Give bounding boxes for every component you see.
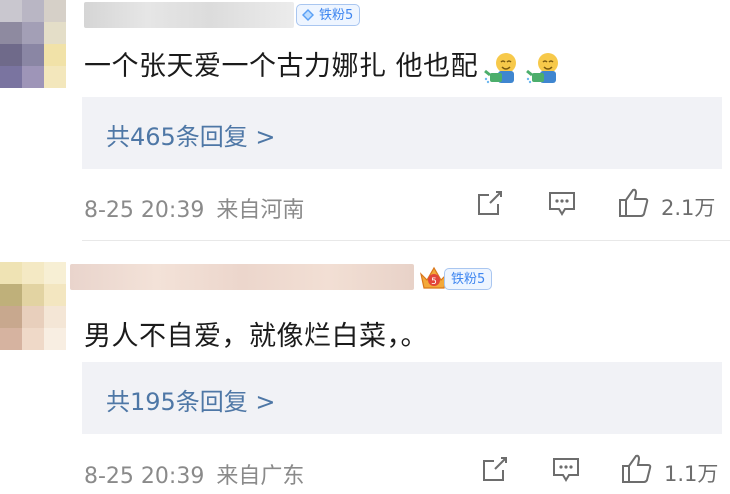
diamond-icon (302, 9, 314, 21)
avatar[interactable] (0, 0, 66, 88)
username[interactable] (84, 2, 294, 28)
comment-2: 5 铁粉5 男人不自爱，就像烂白菜，。 共195条回复 > 8-25 20:39… (0, 256, 730, 494)
comment-1: 铁粉5 一个张天爱一个古力娜扎 他也配 共465条回复 > 8-25 20:39… (0, 0, 730, 240)
divider (82, 240, 730, 241)
repost-icon[interactable] (476, 189, 504, 217)
replies-link[interactable]: 共465条回复 > (82, 97, 722, 169)
replies-label: 共195条回复 > (106, 388, 276, 416)
comment-meta: 8-25 20:39 来自广东 (84, 458, 304, 490)
watering-emoji-icon (526, 52, 559, 83)
comment-text: 一个张天爱一个古力娜扎 他也配 (84, 44, 562, 85)
replies-label: 共465条回复 > (106, 123, 276, 151)
replies-link[interactable]: 共195条回复 > (82, 362, 722, 434)
like-count: 1.1万 (664, 462, 719, 486)
like-icon[interactable] (620, 453, 654, 485)
fan-badge-label: 铁粉5 (451, 272, 486, 287)
fan-badge[interactable]: 铁粉5 (444, 268, 493, 290)
comment-date: 8-25 20:39 (84, 198, 205, 223)
svg-text:5: 5 (431, 277, 437, 287)
comment-text-content: 男人不自爱，就像烂白菜，。 (84, 321, 428, 352)
comment-text: 男人不自爱，就像烂白菜，。 (84, 314, 428, 353)
comment-icon[interactable] (547, 190, 577, 218)
comment-date: 8-25 20:39 (84, 464, 205, 489)
like-count: 2.1万 (661, 196, 716, 220)
comment-icon[interactable] (551, 456, 581, 484)
repost-icon[interactable] (481, 455, 509, 483)
watering-emoji-icon (484, 52, 517, 83)
comment-text-content: 一个张天爱一个古力娜扎 他也配 (84, 51, 479, 82)
username[interactable] (70, 264, 414, 290)
fan-badge-label: 铁粉5 (319, 8, 354, 23)
comment-location: 来自河南 (216, 198, 305, 223)
like-icon[interactable] (617, 187, 651, 219)
comment-location: 来自广东 (216, 464, 305, 489)
avatar[interactable] (0, 262, 66, 350)
fan-badge[interactable]: 铁粉5 (296, 4, 361, 26)
comment-meta: 8-25 20:39 来自河南 (84, 192, 304, 224)
